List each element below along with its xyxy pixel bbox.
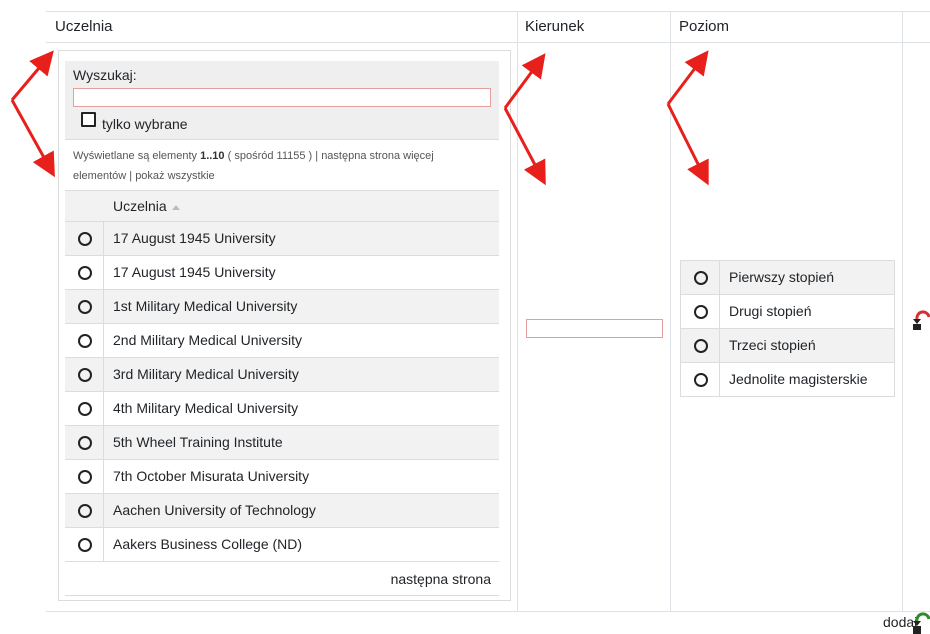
arrow-icon (503, 53, 546, 109)
arrow-icon (666, 103, 709, 186)
arrow-icon (10, 99, 55, 178)
arrow-icon (10, 50, 54, 101)
annotation-arrows (10, 50, 709, 186)
arrow-icon (503, 107, 546, 186)
arrow-icon (666, 50, 709, 105)
